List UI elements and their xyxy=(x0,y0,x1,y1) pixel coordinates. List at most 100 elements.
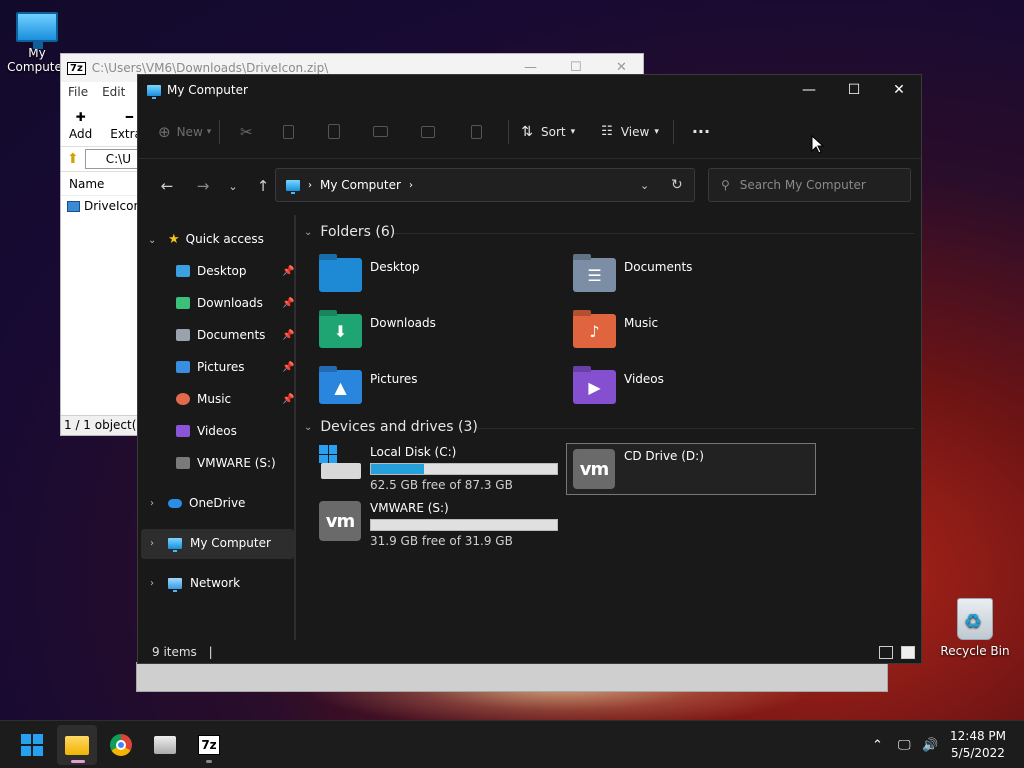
network-icon xyxy=(168,577,182,592)
sidebar-item-vmware[interactable]: VMWARE (S:) xyxy=(176,448,276,478)
sidebar-label: VMWARE (S:) xyxy=(197,456,276,470)
menu-edit[interactable]: Edit xyxy=(102,85,125,99)
start-button[interactable] xyxy=(12,725,52,765)
up-folder-icon[interactable]: ⬆ xyxy=(67,151,79,167)
chevron-right-icon[interactable]: › xyxy=(150,498,154,509)
close-button[interactable]: ✕ xyxy=(876,75,922,105)
chevron-down-icon[interactable]: ⌄ xyxy=(148,235,156,246)
pin-icon[interactable]: 📌 xyxy=(282,266,294,277)
divider xyxy=(508,119,510,144)
folder-music[interactable]: ♪ Music xyxy=(573,314,813,358)
minimize-icon[interactable]: — xyxy=(524,60,537,75)
pin-icon[interactable]: 📌 xyxy=(282,330,294,341)
folder-downloads[interactable]: ⬇ Downloads xyxy=(319,314,559,358)
pin-icon[interactable]: 📌 xyxy=(282,362,294,373)
sidebar-item-music[interactable]: Music 📌 xyxy=(176,384,296,414)
taskbar-file-explorer[interactable] xyxy=(57,725,97,765)
folder-videos[interactable]: ▶ Videos xyxy=(573,370,813,414)
pin-icon[interactable]: 📌 xyxy=(282,394,294,405)
drive-free-space: 31.9 GB free of 31.9 GB xyxy=(370,534,513,548)
minimize-button[interactable]: — xyxy=(786,75,832,105)
folder-desktop[interactable]: Desktop xyxy=(319,258,559,302)
drive-name: CD Drive (D:) xyxy=(624,449,704,463)
divider xyxy=(476,428,914,429)
chevron-down-icon: ▾ xyxy=(654,126,659,137)
windows-drive-icon xyxy=(319,445,361,485)
taskbar-app[interactable] xyxy=(145,725,185,765)
vmware-drive-icon: vm xyxy=(319,501,361,541)
add-button[interactable]: ✚ Add xyxy=(69,107,92,141)
monitor-icon xyxy=(16,12,58,49)
chevron-down-icon: ▾ xyxy=(206,126,212,137)
sidebar-item-my-computer[interactable]: My Computer xyxy=(168,528,271,558)
maximize-button[interactable]: ☐ xyxy=(831,75,877,105)
taskbar-7zip[interactable]: 7z xyxy=(189,725,229,765)
share-button[interactable] xyxy=(404,125,452,138)
sidebar-item-network[interactable]: Network xyxy=(168,568,240,598)
active-indicator xyxy=(71,760,85,763)
sidebar-item-documents[interactable]: Documents 📌 xyxy=(176,320,296,350)
rename-icon xyxy=(372,126,388,137)
up-button[interactable]: ↑ xyxy=(248,177,278,195)
explorer-window[interactable]: My Computer — ☐ ✕ ⊕ New ▾ ✂ ⇅ Sort ▾ ☷ V… xyxy=(137,74,922,664)
taskbar-chrome[interactable] xyxy=(101,725,141,765)
network-tray-icon[interactable]: 🖵 xyxy=(898,721,911,768)
cut-button[interactable]: ✂ xyxy=(228,123,264,141)
folder-documents[interactable]: ☰ Documents xyxy=(573,258,813,302)
download-icon xyxy=(176,297,190,309)
chrome-icon xyxy=(110,734,132,756)
sidebar-item-pictures[interactable]: Pictures 📌 xyxy=(176,352,296,382)
menu-file[interactable]: File xyxy=(68,85,88,99)
details-view-icon[interactable] xyxy=(879,646,893,659)
address-bar[interactable]: › My Computer › ⌄ ↻ xyxy=(275,168,695,202)
show-hidden-icons-button[interactable]: ⌃ xyxy=(872,721,883,768)
folder-pictures[interactable]: ▲ Pictures xyxy=(319,370,559,414)
paste-button[interactable] xyxy=(312,124,356,139)
divider xyxy=(672,119,674,144)
pin-icon[interactable]: 📌 xyxy=(282,298,294,309)
back-button[interactable]: ← xyxy=(152,177,182,195)
desktop-icon-recycle-bin[interactable]: ♻ Recycle Bin xyxy=(940,598,1010,658)
drive-s[interactable]: vm VMWARE (S:) 31.9 GB free of 31.9 GB xyxy=(319,501,558,551)
chevron-right-icon[interactable]: › xyxy=(150,578,154,589)
folder-label: Music xyxy=(624,316,659,330)
sidebar-item-onedrive[interactable]: OneDrive xyxy=(168,488,245,518)
scissors-icon: ✂ xyxy=(240,122,253,141)
maximize-icon[interactable]: ☐ xyxy=(570,60,582,75)
rename-button[interactable] xyxy=(356,126,404,137)
forward-button[interactable]: → xyxy=(188,177,218,195)
delete-button[interactable] xyxy=(452,124,500,139)
breadcrumb-my-computer[interactable]: My Computer xyxy=(320,178,401,192)
section-header-devices[interactable]: ⌄ Devices and drives (3) xyxy=(304,419,478,435)
drive-c[interactable]: Local Disk (C:) 62.5 GB free of 87.3 GB xyxy=(319,445,558,495)
copy-button[interactable] xyxy=(264,124,312,139)
chevron-down-icon[interactable]: ⌄ xyxy=(640,179,649,192)
copy-icon xyxy=(282,124,294,139)
windows-logo-icon xyxy=(21,734,43,756)
sidebar-item-downloads[interactable]: Downloads 📌 xyxy=(176,288,296,318)
section-header-folders[interactable]: ⌄ Folders (6) xyxy=(304,224,395,240)
clock[interactable]: 12:48 PM 5/5/2022 xyxy=(950,728,1006,762)
large-icons-view-icon[interactable] xyxy=(901,646,915,659)
volume-tray-icon[interactable]: 🔊 xyxy=(922,721,938,768)
search-input[interactable]: ⚲ Search My Computer xyxy=(708,168,911,202)
refresh-icon[interactable]: ↻ xyxy=(671,177,683,193)
recycle-bin-icon: ♻ xyxy=(957,598,993,640)
window-title: My Computer xyxy=(167,83,248,97)
sidebar-item-desktop[interactable]: Desktop 📌 xyxy=(176,256,296,286)
more-options-button[interactable]: ··· xyxy=(692,122,710,141)
drive-d[interactable]: vm CD Drive (D:) xyxy=(573,449,704,499)
sort-button[interactable]: ⇅ Sort ▾ xyxy=(521,124,575,140)
desktop-icon-label: Recycle Bin xyxy=(940,644,1010,658)
recent-locations-button[interactable]: ⌄ xyxy=(218,180,248,193)
view-button[interactable]: ☷ View ▾ xyxy=(601,124,659,139)
7zip-icon: 7z xyxy=(198,735,220,755)
ellipsis-icon: ··· xyxy=(691,122,711,141)
monitor-icon: 🖵 xyxy=(898,737,911,753)
close-icon[interactable]: ✕ xyxy=(616,60,627,75)
sidebar-item-quick-access[interactable]: ★ Quick access xyxy=(168,224,264,254)
new-button[interactable]: ⊕ New ▾ xyxy=(158,123,211,141)
chevron-right-icon[interactable]: › xyxy=(150,538,154,549)
sidebar-item-videos[interactable]: Videos xyxy=(176,416,237,446)
music-icon xyxy=(176,393,190,405)
